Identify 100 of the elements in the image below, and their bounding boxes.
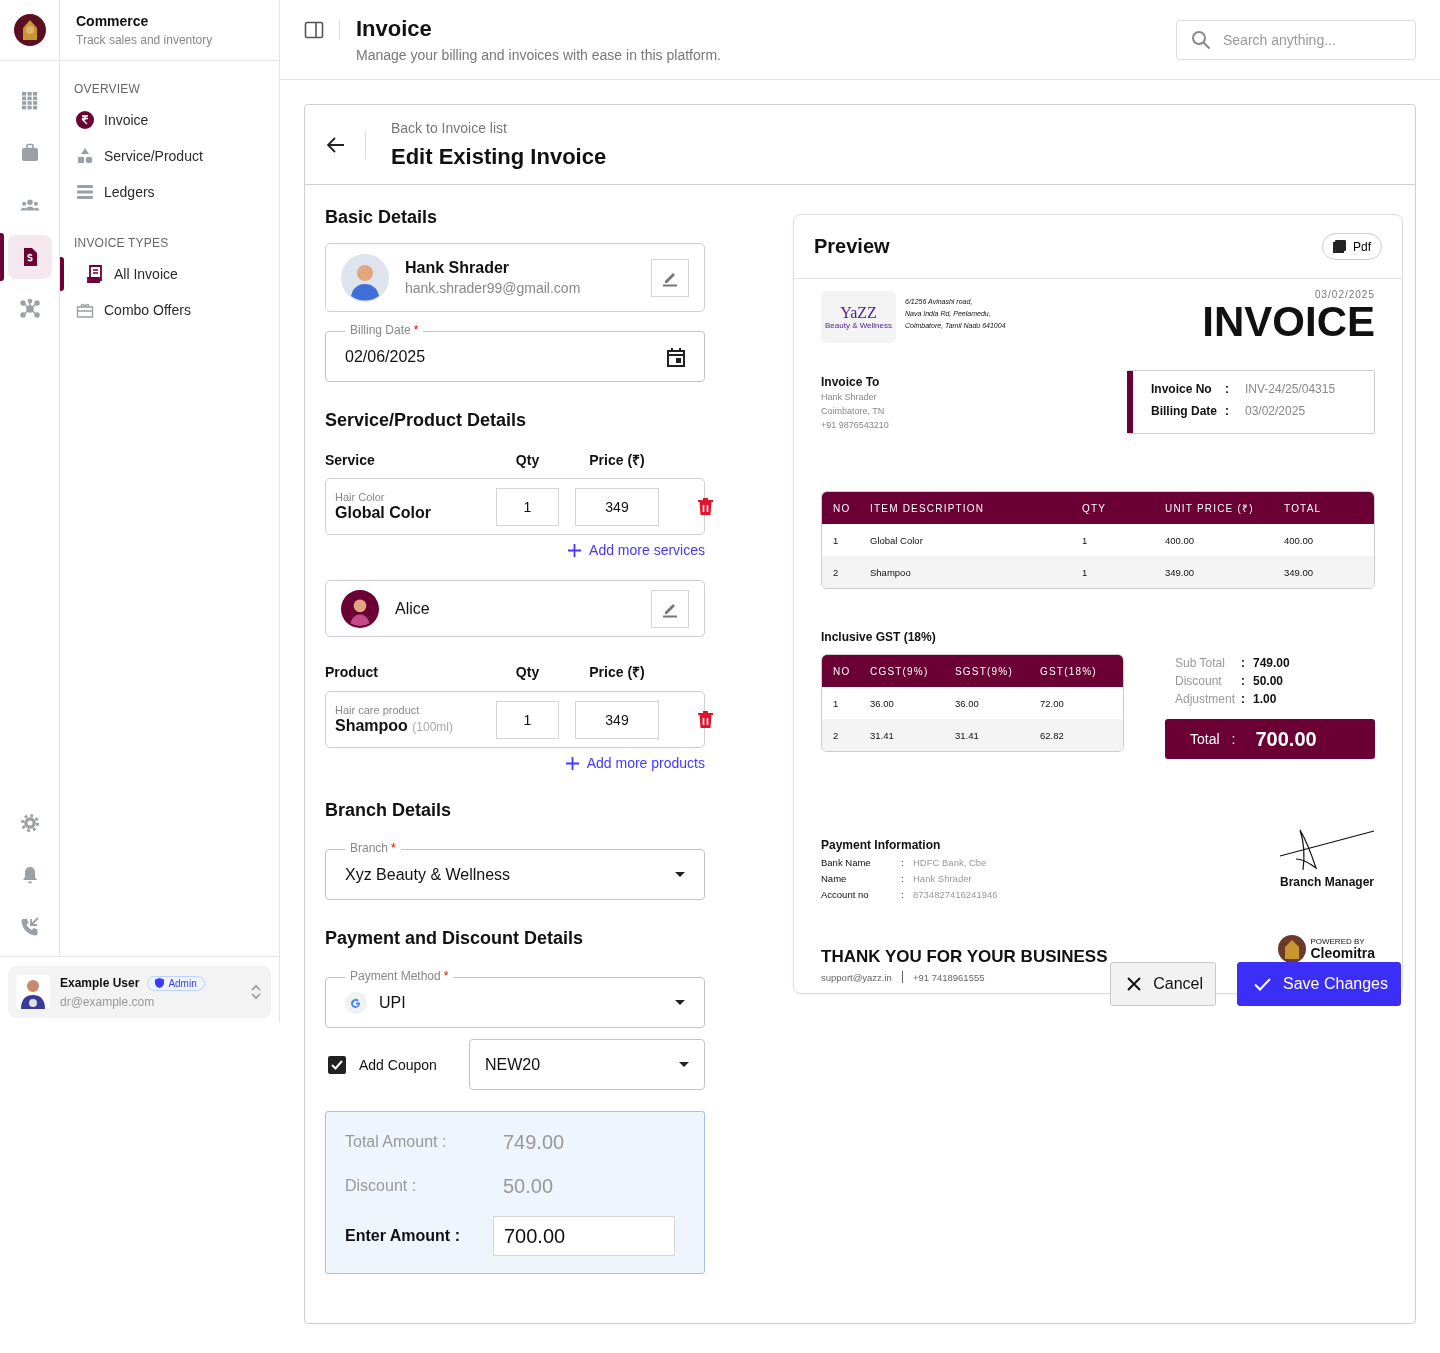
pdf-icon: [1333, 240, 1346, 253]
customer-name: Hank Shrader: [405, 259, 511, 277]
panel-toggle-icon[interactable]: [304, 20, 324, 40]
contact-email: support@yazz.in: [821, 971, 892, 983]
section-title: OVERVIEW: [74, 82, 142, 96]
pdf-button[interactable]: Pdf: [1322, 233, 1382, 260]
app-subtitle: Track sales and inventory: [76, 33, 213, 47]
column-header: SGST(9%): [955, 665, 1014, 677]
add-link[interactable]: Add more products: [565, 754, 705, 772]
settings-icon: [19, 813, 40, 833]
nav-item[interactable]: Service/Product: [74, 138, 274, 174]
info-label: Name: [821, 872, 848, 886]
amount-input[interactable]: 700.00: [493, 1216, 675, 1256]
column-header: Price (₹): [588, 663, 646, 681]
edit-button[interactable]: [651, 589, 689, 628]
page-title: Invoice: [356, 16, 433, 42]
invoice-heading: INVOICE: [1202, 300, 1375, 344]
info-label: Account no: [821, 888, 870, 902]
field-label: Billing Date *: [345, 323, 424, 338]
separator: :: [1225, 403, 1230, 419]
qty-field[interactable]: 1: [496, 487, 559, 526]
column-header: Qty: [514, 451, 541, 469]
dropdown-caret-icon: [679, 1062, 689, 1067]
separator: :: [901, 856, 905, 870]
amount-value: 749.00: [503, 1130, 566, 1154]
column-header: NO: [833, 502, 852, 514]
nav-item[interactable]: Combo Offers: [74, 292, 274, 328]
checkbox[interactable]: [328, 1055, 346, 1074]
edit-button[interactable]: [651, 258, 689, 297]
gst-title: Inclusive GST (18%): [821, 629, 937, 645]
table-cell-text: 36.00: [870, 697, 895, 709]
back-button[interactable]: [327, 130, 366, 159]
logo-icon: [13, 14, 46, 46]
plus-icon: [565, 756, 579, 770]
table-cell-text: 1: [833, 697, 840, 709]
table-cell-text: 2: [833, 566, 840, 578]
cancel-button[interactable]: Cancel: [1110, 962, 1217, 1006]
price-field[interactable]: 349: [575, 700, 659, 739]
dropdown-caret-icon: [675, 872, 685, 877]
table-cell-text: 31.41: [870, 729, 895, 741]
column-header: Service: [325, 451, 376, 469]
receipt-icon: [86, 265, 104, 283]
app-title: Commerce: [76, 13, 150, 29]
meta-label: Invoice No: [1151, 381, 1213, 397]
plus-icon: [568, 543, 582, 557]
coupon-dropdown[interactable]: NEW20: [469, 1039, 705, 1090]
info-label: Bank Name: [821, 856, 872, 870]
table-cell-text: 72.00: [1040, 697, 1065, 709]
customer-email: hank.shrader99@gmail.com: [405, 280, 582, 296]
section-heading: Service/Product Details: [325, 409, 528, 432]
delete-button[interactable]: [698, 498, 713, 515]
add-link[interactable]: Add more services: [568, 541, 705, 559]
close-icon: [1127, 977, 1142, 991]
gift-icon: [76, 301, 94, 319]
trash-icon: [698, 498, 713, 515]
meta-label: Billing Date: [1151, 403, 1218, 419]
expand-icon[interactable]: [251, 984, 261, 1000]
table-cell-text: 1: [833, 534, 840, 546]
preview-title: Preview: [814, 235, 890, 258]
back-link[interactable]: Back to Invoice list: [391, 119, 607, 136]
price-field[interactable]: 349: [575, 487, 659, 526]
column-header: NO: [833, 665, 852, 677]
total-label: Adjustment: [1175, 691, 1237, 708]
separator: :: [1241, 673, 1246, 690]
separator: :: [1225, 381, 1230, 397]
nav-item[interactable]: All Invoice: [74, 256, 274, 292]
meta-value: INV-24/25/04315: [1245, 381, 1336, 397]
active-indicator: [60, 257, 64, 291]
save-button[interactable]: Save Changes: [1237, 962, 1401, 1006]
delete-button[interactable]: [698, 711, 713, 728]
signature-label: Branch Manager: [1280, 875, 1374, 889]
dropdown-caret-icon: [675, 1000, 685, 1005]
brand-logo-icon: [1278, 935, 1307, 963]
nav-item[interactable]: Ledgers: [74, 174, 274, 210]
user-card[interactable]: Example User Admin dr@example.com: [8, 966, 271, 1018]
column-header: QTY: [1082, 502, 1108, 514]
table-cell-text: 349.00: [1165, 566, 1196, 578]
column-header: ITEM DESCRIPTION: [870, 502, 986, 514]
search-icon: [1191, 30, 1211, 50]
item-category: Hair care product: [335, 704, 421, 716]
invoice-date: 03/02/2025: [1314, 289, 1375, 300]
section-heading: Basic Details: [325, 206, 439, 229]
company-logo: YaZZ Beauty & Wellness: [821, 291, 896, 343]
amount-label: Discount :: [345, 1177, 418, 1195]
nav-item[interactable]: Invoice: [74, 102, 274, 138]
column-header: Price (₹): [588, 451, 646, 469]
shapes-icon: [76, 147, 94, 165]
table-cell-text: 2: [833, 729, 840, 741]
section-title: INVOICE TYPES: [74, 236, 170, 250]
network-icon: [19, 299, 40, 319]
calendar-icon[interactable]: [667, 346, 685, 367]
table-cell-text: 1: [1082, 566, 1089, 578]
role-badge: Admin: [147, 975, 205, 991]
grid-icon: [19, 91, 40, 111]
page-subtitle: Manage your billing and invoices with ease in this platform.: [356, 47, 722, 63]
separator: :: [1231, 731, 1236, 747]
google-icon: [345, 991, 367, 1014]
total-value: 749.00: [1253, 655, 1291, 672]
qty-field[interactable]: 1: [496, 700, 559, 739]
separator: :: [901, 872, 905, 886]
